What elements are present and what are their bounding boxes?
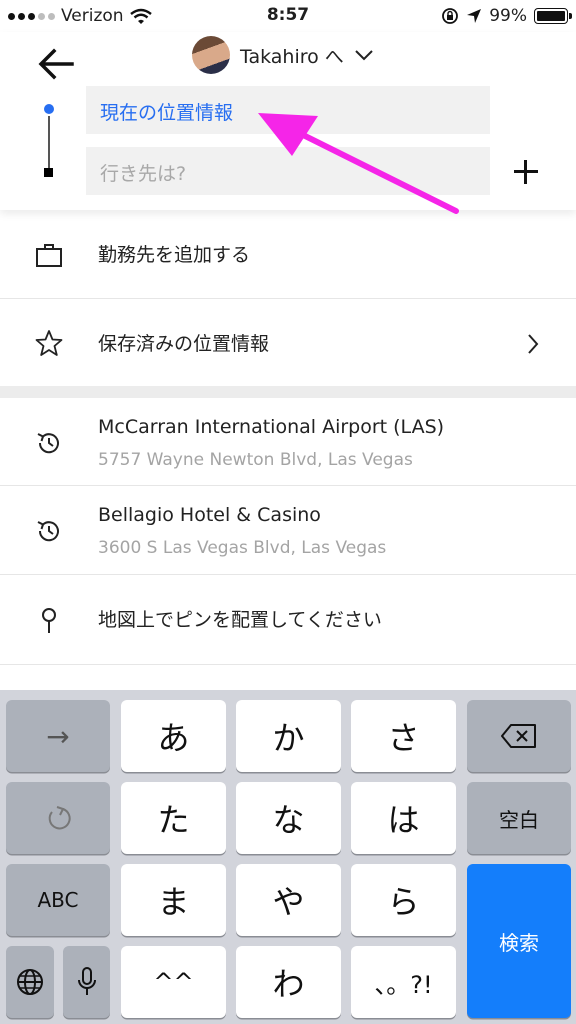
status-bar: Verizon 8:57 99% [0, 0, 576, 32]
key-next[interactable]: → [6, 700, 110, 772]
briefcase-icon [36, 244, 62, 267]
microphone-icon [77, 967, 96, 995]
plus-icon[interactable] [512, 158, 540, 186]
key-ma[interactable]: ま [121, 864, 226, 936]
key-a[interactable]: あ [121, 700, 226, 772]
key-ha[interactable]: は [351, 782, 456, 854]
route-line [48, 116, 50, 168]
key-wa[interactable]: わ [236, 946, 341, 1018]
key-na[interactable]: な [236, 782, 341, 854]
space-key[interactable]: 空白 [467, 782, 571, 854]
user-name: Takahiro へ [240, 45, 344, 68]
add-work-label: 勤務先を追加する [98, 244, 251, 266]
keyboard: → あ か さ た な は 空白 ABC ま や ら 検索 ^^ わ 、。?! [0, 690, 576, 1024]
clock-history-icon [37, 521, 59, 542]
rotation-lock-icon [442, 8, 459, 24]
saved-places-row[interactable]: 保存済みの位置情報 [0, 299, 576, 386]
search-key[interactable]: 検索 [467, 864, 571, 1018]
set-pin-label: 地図上でピンを配置してください [98, 609, 382, 631]
avatar [192, 36, 230, 74]
chevron-down-icon [355, 50, 373, 61]
battery-icon [534, 8, 572, 24]
recent-subtitle: 3600 S Las Vegas Blvd, Las Vegas [98, 538, 387, 558]
mic-key[interactable] [63, 946, 110, 1018]
annotation-arrow-icon [258, 113, 459, 214]
map-pin-icon [42, 608, 56, 633]
globe-icon [17, 969, 43, 995]
clock-history-icon [37, 433, 59, 454]
backspace-key[interactable] [467, 700, 571, 772]
arrow-left-icon[interactable] [36, 46, 76, 82]
recent-title: McCarran International Airport (LAS) [98, 416, 445, 438]
list-item[interactable]: Bellagio Hotel & Casino 3600 S Las Vegas… [0, 486, 576, 575]
key-sa[interactable]: さ [351, 700, 456, 772]
backspace-icon [501, 724, 536, 748]
key-emoticon[interactable]: ^^ [121, 946, 226, 1018]
undo-key[interactable] [6, 782, 110, 854]
key-punctuation[interactable]: 、。?! [351, 946, 456, 1018]
key-ta[interactable]: た [121, 782, 226, 854]
battery-percent: 99% [489, 6, 527, 26]
section-divider [0, 386, 576, 398]
recent-subtitle: 5757 Wayne Newton Blvd, Las Vegas [98, 450, 413, 470]
location-arrow-icon [467, 9, 482, 23]
destination-square-icon [44, 168, 53, 177]
status-right: 99% [441, 6, 572, 26]
abc-key[interactable]: ABC [6, 864, 110, 936]
profile-switcher[interactable]: Takahiro へ [192, 36, 374, 74]
star-icon [35, 330, 63, 356]
key-ra[interactable]: ら [351, 864, 456, 936]
globe-key[interactable] [6, 946, 54, 1018]
chevron-right-icon [528, 334, 539, 354]
key-ya[interactable]: や [236, 864, 341, 936]
set-pin-row[interactable]: 地図上でピンを配置してください [0, 575, 576, 665]
saved-places-label: 保存済みの位置情報 [98, 333, 270, 355]
add-work-row[interactable]: 勤務先を追加する [0, 210, 576, 299]
list-item[interactable]: McCarran International Airport (LAS) 575… [0, 398, 576, 486]
key-ka[interactable]: か [236, 700, 341, 772]
recent-title: Bellagio Hotel & Casino [98, 504, 321, 526]
undo-icon [48, 806, 71, 830]
pickup-dot-icon [44, 104, 54, 114]
